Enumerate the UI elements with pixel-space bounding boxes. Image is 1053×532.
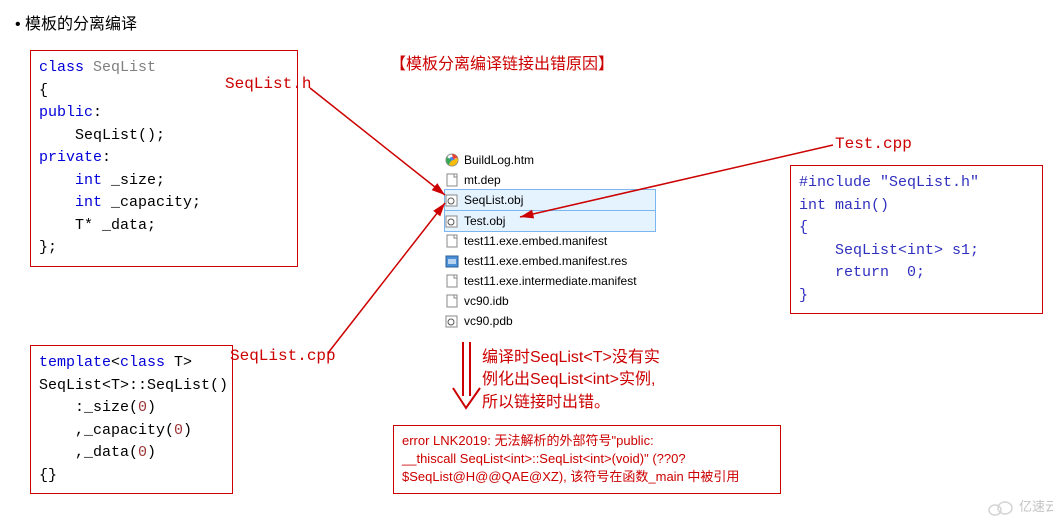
label-seqlist-cpp: SeqList.cpp <box>230 347 336 365</box>
file-item[interactable]: mt.dep <box>445 170 655 190</box>
file-name: BuildLog.htm <box>464 150 534 170</box>
file-icon <box>445 314 459 328</box>
file-name: mt.dep <box>464 170 501 190</box>
label-seqlist-h: SeqList.h <box>225 75 311 93</box>
file-list: BuildLog.htmmt.depSeqList.objTest.objtes… <box>445 150 655 331</box>
file-name: Test.obj <box>464 211 505 231</box>
file-name: test11.exe.embed.manifest <box>464 231 607 251</box>
file-name: test11.exe.intermediate.manifest <box>464 271 637 291</box>
file-item[interactable]: test11.exe.intermediate.manifest <box>445 271 655 291</box>
diagram-title: 【模板分离编译链接出错原因】 <box>390 50 614 74</box>
file-item[interactable]: test11.exe.embed.manifest.res <box>445 251 655 271</box>
file-name: vc90.idb <box>464 291 509 311</box>
explanation-text: 编译时SeqList<T>没有实 例化出SeqList<int>实例, 所以链接… <box>482 347 660 414</box>
file-name: test11.exe.embed.manifest.res <box>464 251 627 271</box>
watermark: 亿速云 <box>985 496 1053 517</box>
file-name: SeqList.obj <box>464 190 523 210</box>
code-seqlist-cpp: template<class T> SeqList<T>::SeqList() … <box>30 345 233 494</box>
file-icon <box>445 294 459 308</box>
error-box: error LNK2019: 无法解析的外部符号"public: __thisc… <box>393 425 781 494</box>
page-title: • 模板的分离编译 <box>15 10 137 34</box>
file-item[interactable]: vc90.idb <box>445 291 655 311</box>
file-icon <box>445 254 459 268</box>
file-icon <box>445 173 459 187</box>
page-title-text: 模板的分离编译 <box>25 16 137 33</box>
file-item[interactable]: BuildLog.htm <box>445 150 655 170</box>
file-name: vc90.pdb <box>464 311 513 331</box>
file-icon <box>445 193 459 207</box>
file-item[interactable]: vc90.pdb <box>445 311 655 331</box>
file-icon <box>445 214 459 228</box>
watermark-text: 亿速云 <box>1019 499 1053 514</box>
file-icon <box>445 274 459 288</box>
label-test-cpp: Test.cpp <box>835 135 912 153</box>
file-icon <box>445 234 459 248</box>
file-item[interactable]: Test.obj <box>444 210 656 232</box>
file-item[interactable]: SeqList.obj <box>444 189 656 211</box>
file-icon <box>445 153 459 167</box>
code-test-cpp: #include "SeqList.h" int main() { SeqLis… <box>790 165 1043 314</box>
file-item[interactable]: test11.exe.embed.manifest <box>445 231 655 251</box>
